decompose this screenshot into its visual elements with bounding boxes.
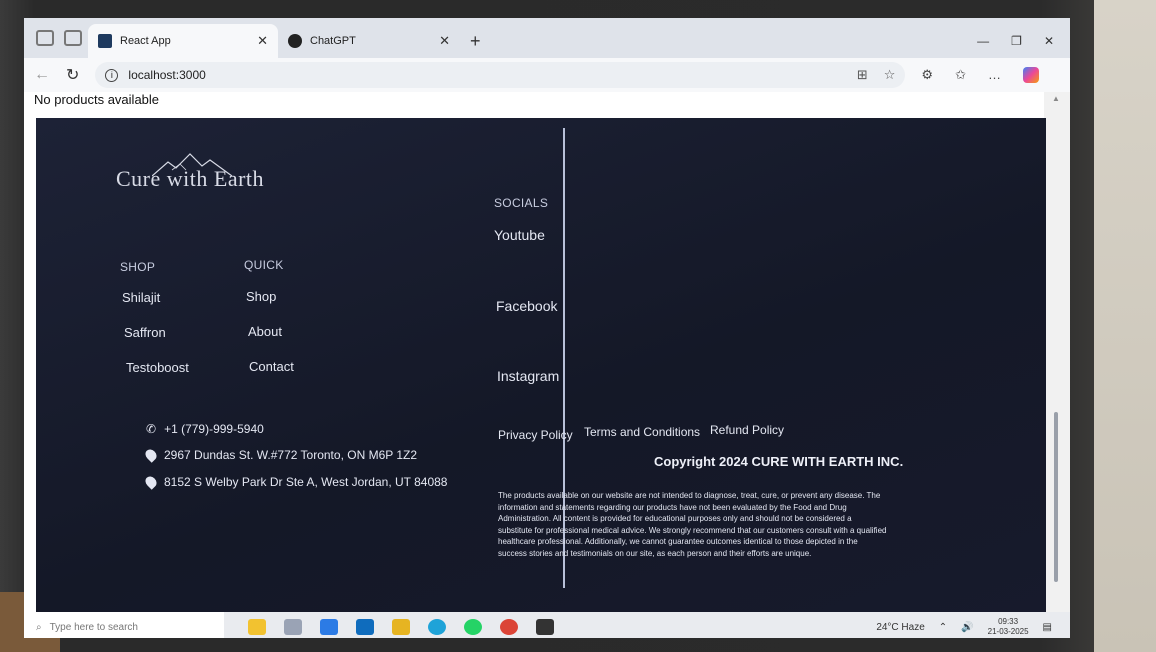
outlook-icon[interactable] (356, 619, 374, 635)
url-text: localhost:3000 (128, 68, 206, 82)
tray-expand-icon[interactable]: ⌃ (939, 622, 947, 633)
notifications-icon[interactable]: ▤ (1043, 622, 1052, 633)
phone-icon: ✆ (146, 422, 157, 436)
search-icon: ⌕ (36, 621, 42, 633)
disclaimer-text: The products available on our website ar… (498, 491, 887, 558)
widgets-icon[interactable] (248, 619, 266, 635)
window-controls: — ❐ ✕ (961, 34, 1070, 58)
collections-icon[interactable]: ✩ (955, 67, 966, 83)
restore-icon[interactable]: ❐ (1011, 34, 1022, 48)
social-link-facebook[interactable]: Facebook (496, 298, 557, 314)
profile-icon[interactable] (36, 30, 54, 46)
close-window-icon[interactable]: ✕ (1044, 34, 1054, 48)
split-screen-icon[interactable]: ⊞ (857, 67, 868, 83)
tab-label: ChatGPT (310, 35, 356, 47)
taskbar-search[interactable]: ⌕ Type here to search (24, 612, 224, 638)
social-link-instagram[interactable]: Instagram (497, 368, 559, 384)
whatsapp-icon[interactable] (464, 619, 482, 635)
clock-date: 21-03-2025 (987, 627, 1029, 636)
footer-link-about[interactable]: About (248, 324, 282, 339)
volume-icon[interactable]: 🔊 (961, 622, 973, 633)
search-placeholder: Type here to search (49, 621, 138, 633)
clock[interactable]: 09:33 21-03-2025 (988, 617, 1029, 637)
page-scrollbar[interactable]: ▲ (1044, 92, 1070, 612)
privacy-policy-link[interactable]: Privacy Policy (498, 428, 573, 442)
footer-link-contact[interactable]: Contact (249, 359, 294, 374)
social-link-youtube[interactable]: Youtube (494, 227, 545, 243)
footer-link-shop[interactable]: Shop (246, 289, 276, 304)
mountain-logo-icon (152, 153, 232, 177)
socials-heading: SOCIALS (494, 196, 549, 210)
quick-heading: QUICK (244, 258, 284, 272)
task-view-icon[interactable] (284, 619, 302, 635)
weather-widget[interactable]: 24°C Haze (876, 622, 924, 633)
store-icon[interactable] (320, 619, 338, 635)
more-icon[interactable]: … (988, 67, 1001, 83)
file-explorer-icon[interactable] (392, 619, 410, 635)
react-app-favicon-icon (98, 34, 112, 48)
refund-policy-link[interactable]: Refund Policy (710, 423, 784, 437)
close-icon[interactable]: ✕ (257, 33, 268, 49)
taskbar-apps (248, 619, 554, 635)
extensions-icon[interactable]: ⚙ (921, 67, 933, 83)
tab-react-app[interactable]: React App ✕ (88, 24, 278, 58)
back-icon[interactable]: ← (34, 66, 50, 84)
tab-label: React App (120, 35, 171, 47)
shop-heading: SHOP (120, 260, 156, 274)
browser-tab-bar: React App ✕ ChatGPT ✕ + — ❐ ✕ (24, 18, 1070, 58)
chatgpt-favicon-icon (288, 34, 302, 48)
windows-taskbar: ⌕ Type here to search 24°C Haze ⌃ 🔊 09:3… (24, 612, 1070, 638)
screen: React App ✕ ChatGPT ✕ + — ❐ ✕ ← ↻ i loca… (24, 18, 1070, 638)
contact-phone[interactable]: ✆ +1 (779)-999-5940 (146, 422, 264, 436)
clock-time: 09:33 (998, 617, 1019, 626)
site-footer: Cure with Earth SHOP Shilajit Saffron Te… (36, 118, 1046, 628)
chrome-icon[interactable] (500, 619, 518, 635)
footer-link-shilajit[interactable]: Shilajit (122, 290, 160, 305)
close-icon[interactable]: ✕ (439, 33, 450, 49)
location-pin-icon (143, 447, 159, 463)
no-products-message: No products available (34, 92, 160, 107)
scroll-up-icon[interactable]: ▲ (1052, 94, 1060, 103)
terms-link[interactable]: Terms and Conditions (584, 425, 700, 439)
site-info-icon[interactable]: i (105, 68, 119, 82)
copyright-text: Copyright 2024 CURE WITH EARTH INC. (654, 454, 904, 469)
wall-background (1094, 0, 1156, 652)
footer-link-saffron[interactable]: Saffron (124, 325, 166, 340)
brand-logo[interactable]: Cure with Earth (116, 153, 264, 192)
favorite-icon[interactable]: ☆ (884, 67, 896, 83)
tab-actions-icon[interactable] (64, 30, 82, 46)
contact-address-toronto: 2967 Dundas St. W.#772 Toronto, ON M6P 1… (143, 447, 418, 463)
footer-link-testoboost[interactable]: Testoboost (126, 360, 189, 375)
app-icon[interactable] (536, 619, 554, 635)
tab-chatgpt[interactable]: ChatGPT ✕ (278, 24, 460, 58)
scroll-thumb[interactable] (1054, 412, 1058, 582)
address-text: 2967 Dundas St. W.#772 Toronto, ON M6P 1… (164, 448, 418, 462)
phone-number: +1 (779)-999-5940 (164, 422, 264, 436)
system-tray: 24°C Haze ⌃ 🔊 09:33 21-03-2025 ▤ (876, 617, 1070, 637)
refresh-icon[interactable]: ↻ (66, 65, 79, 85)
address-bar: ← ↻ i localhost:3000 ⊞ ☆ ⚙ ✩ … (24, 58, 1070, 92)
location-pin-icon (143, 474, 159, 490)
minimize-icon[interactable]: — (977, 34, 989, 48)
copilot-icon[interactable] (1022, 67, 1039, 83)
new-tab-icon[interactable]: + (460, 31, 491, 58)
address-text: 8152 S Welby Park Dr Ste A, West Jordan,… (164, 475, 448, 489)
contact-address-utah: 8152 S Welby Park Dr Ste A, West Jordan,… (143, 474, 448, 490)
url-field[interactable]: i localhost:3000 ⊞ ☆ (95, 62, 906, 88)
edge-icon[interactable] (428, 619, 446, 635)
